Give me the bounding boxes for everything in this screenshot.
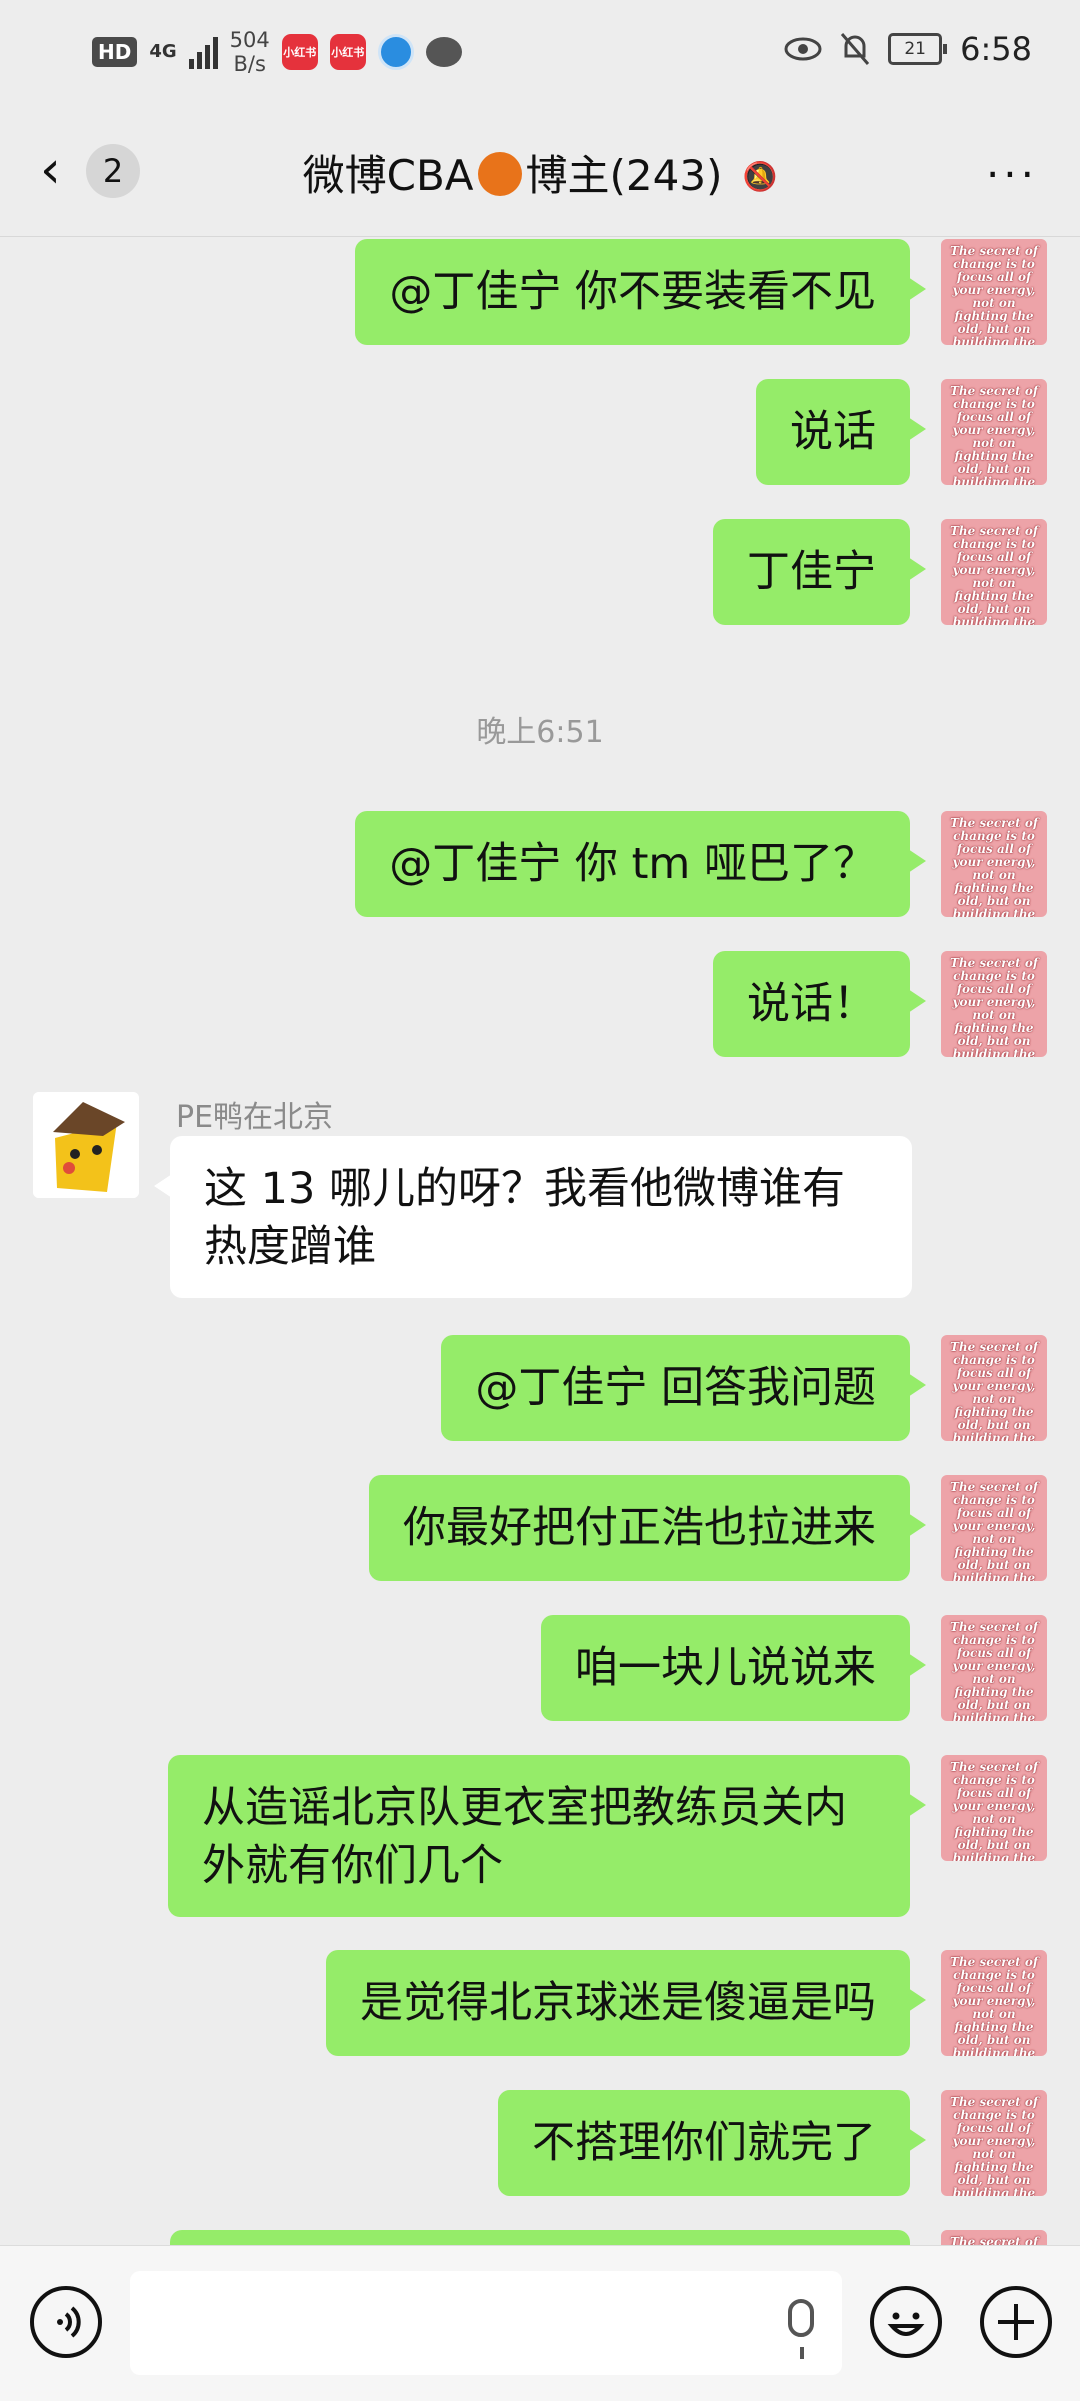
status-left: HD 4G 504 B/s 小红书 小红书 — [92, 28, 462, 76]
my-avatar[interactable]: The secret of change is to focus all of … — [941, 1755, 1047, 1861]
sent-bubble[interactable]: @丁佳宁 回答我问题 — [441, 1335, 926, 1441]
xiaohongshu-icon: 小红书 — [281, 34, 318, 70]
status-bar: HD 4G 504 B/s 小红书 小红书 21 6:58 — [0, 0, 1080, 106]
input-bar — [0, 2245, 1080, 2401]
clock: 6:58 — [960, 30, 1032, 68]
smiley-icon — [887, 2312, 925, 2336]
my-avatar[interactable]: The secret of change is to focus all of … — [941, 811, 1047, 917]
my-avatar[interactable]: The secret of change is to focus all of … — [941, 1335, 1047, 1441]
net-speed-unit: B/s — [233, 52, 266, 76]
sent-bubble[interactable]: 你最好把付正浩也拉进来 — [369, 1475, 926, 1581]
time-divider: 晚上6:51 — [476, 715, 604, 750]
net-speed: 504 B/s — [230, 28, 270, 76]
title-suffix: 博主(243) — [525, 151, 723, 200]
sent-bubble[interactable]: 丁佳宁 — [713, 519, 926, 625]
sent-bubble[interactable]: 是觉得北京球迷是傻逼是吗 — [326, 1950, 926, 2056]
voice-toggle-button[interactable] — [30, 2286, 102, 2358]
sent-bubble[interactable]: 不搭理你们就完了 — [498, 2090, 926, 2196]
my-avatar[interactable]: The secret of change is to focus all of … — [941, 379, 1047, 485]
eye-icon — [784, 37, 822, 61]
signal-icon — [188, 35, 218, 69]
chat-title: 微博CBA 博主(243) 🔕 — [0, 142, 1080, 203]
plus-icon — [998, 2304, 1034, 2340]
more-options-icon[interactable]: ··· — [986, 150, 1038, 199]
muted-bell-icon: 🔕 — [742, 160, 778, 193]
mute-bell-icon — [841, 33, 870, 65]
title-prefix: 微博CBA — [302, 151, 474, 200]
sent-bubble[interactable]: 咱一块儿说说来 — [541, 1615, 926, 1721]
sent-bubble[interactable]: 从造谣北京队更衣室把教练员关内外就有你们几个 — [168, 1755, 926, 1917]
microphone-icon[interactable] — [788, 2299, 814, 2359]
voice-icon — [57, 2306, 81, 2338]
hd-badge: HD — [92, 37, 138, 67]
sent-bubble[interactable]: @丁佳宁 你 tm 哑巴了？ — [355, 811, 926, 917]
status-right: 21 6:58 — [784, 30, 1032, 68]
basketball-icon — [477, 152, 522, 196]
message-icon — [425, 37, 462, 67]
more-functions-button[interactable] — [980, 2286, 1052, 2358]
network-type: 4G — [149, 41, 177, 62]
battery-icon: 21 — [888, 33, 948, 65]
xiaohongshu-icon-2: 小红书 — [329, 34, 366, 70]
sent-bubble-partial[interactable] — [170, 2230, 910, 2245]
emoji-button[interactable] — [870, 2286, 942, 2358]
browser-icon — [377, 34, 414, 70]
message-input[interactable] — [130, 2271, 842, 2375]
chat-header: ‹ 2 微博CBA 博主(243) 🔕 ··· — [0, 106, 1080, 237]
my-avatar[interactable]: The secret of change is to focus all of … — [941, 2230, 1047, 2245]
my-avatar[interactable]: The secret of change is to focus all of … — [941, 1475, 1047, 1581]
my-avatar[interactable]: The secret of change is to focus all of … — [941, 1615, 1047, 1721]
net-speed-value: 504 — [229, 28, 270, 52]
sender-name: PE鸭在北京 — [176, 1100, 334, 1135]
pikachu-detective-icon — [33, 1092, 139, 1198]
received-bubble[interactable]: 这 13 哪儿的呀？我看他微博谁有热度蹭谁 — [154, 1136, 912, 1298]
my-avatar[interactable]: The secret of change is to focus all of … — [941, 951, 1047, 1057]
my-avatar[interactable]: The secret of change is to focus all of … — [941, 519, 1047, 625]
my-avatar[interactable]: The secret of change is to focus all of … — [941, 239, 1047, 345]
sent-bubble[interactable]: 说话 — [756, 379, 926, 485]
sender-avatar[interactable] — [33, 1092, 139, 1198]
sent-bubble[interactable]: @丁佳宁 你不要装看不见 — [355, 239, 926, 345]
my-avatar[interactable]: The secret of change is to focus all of … — [941, 2090, 1047, 2196]
message-list[interactable]: @丁佳宁 你不要装看不见 The secret of change is to … — [0, 237, 1080, 2245]
sent-bubble[interactable]: 说话！ — [713, 951, 926, 1057]
my-avatar[interactable]: The secret of change is to focus all of … — [941, 1950, 1047, 2056]
